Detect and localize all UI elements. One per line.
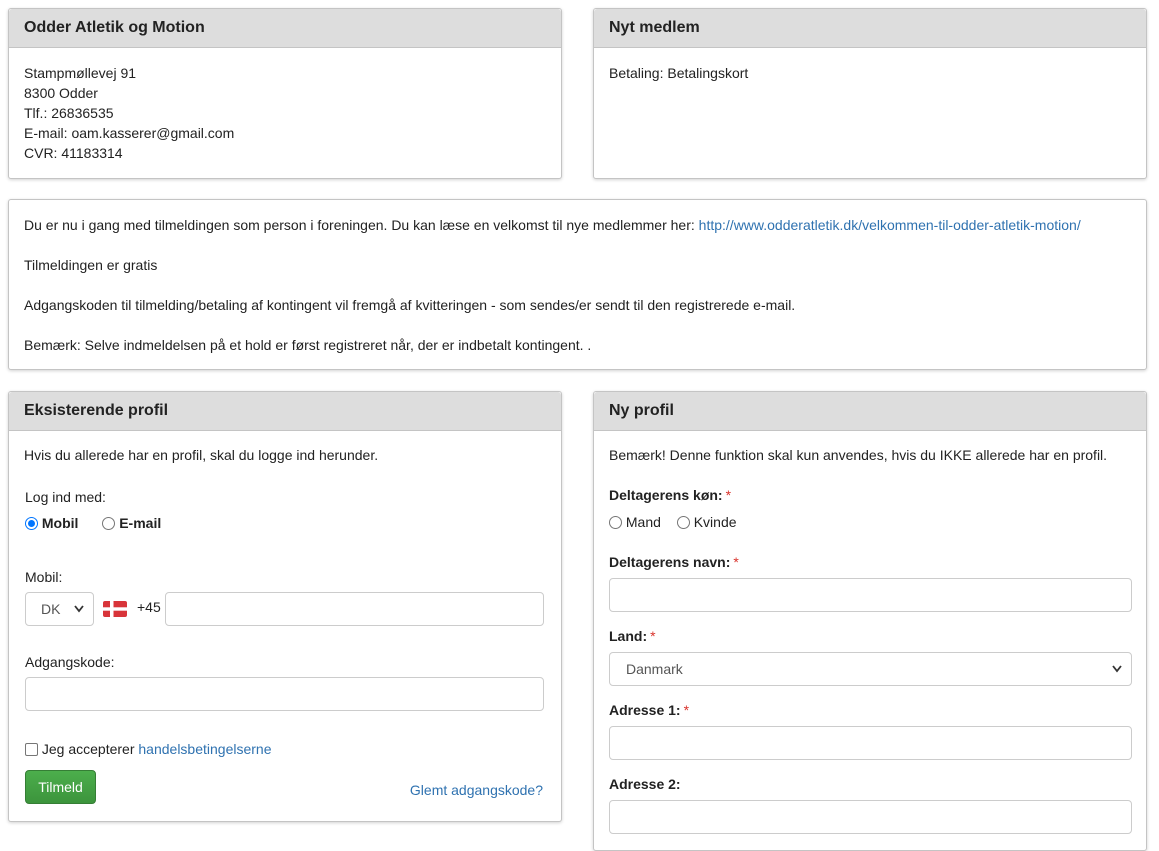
denmark-flag-icon <box>103 601 127 617</box>
radio-female[interactable]: Kvinde <box>676 514 737 530</box>
club-cvr: CVR: 41183314 <box>24 145 123 161</box>
info-remark: Bemærk: Selve indmeldelsen på et hold er… <box>24 337 592 353</box>
info-intro-text: Du er nu i gang med tilmeldingen som per… <box>24 217 695 233</box>
address2-input[interactable] <box>609 800 1132 834</box>
country-code-value: DK <box>41 601 61 617</box>
existing-profile-panel: Eksisterende profil Hvis du allerede har… <box>8 391 562 822</box>
club-info-title: Odder Atletik og Motion <box>9 9 561 48</box>
address2-label: Adresse 2: <box>609 776 681 792</box>
radio-email[interactable]: E-mail <box>102 515 161 531</box>
required-mark: * <box>725 487 732 503</box>
country-label: Land: <box>609 628 648 644</box>
new-profile-panel: Ny profil Bemærk! Denne funktion skal ku… <box>593 391 1147 851</box>
radio-email-input[interactable] <box>102 517 116 530</box>
login-with-label: Log ind med: <box>25 489 106 505</box>
country-label-row: Land: * <box>609 628 656 644</box>
radio-male[interactable]: Mand <box>609 514 665 530</box>
radio-male-label: Mand <box>625 514 661 530</box>
country-select-value: Danmark <box>626 661 683 677</box>
existing-profile-title: Eksisterende profil <box>9 392 561 431</box>
mobile-input[interactable] <box>165 592 544 626</box>
payment-method: Betaling: Betalingskort <box>609 65 749 81</box>
mobile-label: Mobil: <box>25 569 63 585</box>
name-label-row: Deltagerens navn: * <box>609 554 739 570</box>
new-profile-title: Ny profil <box>594 392 1146 431</box>
radio-mobile[interactable]: Mobil <box>25 515 82 531</box>
password-label: Adgangskode: <box>25 654 115 670</box>
terms-link[interactable]: handelsbetingelserne <box>138 741 271 757</box>
name-input[interactable] <box>609 578 1132 612</box>
required-mark: * <box>650 628 656 644</box>
gender-options: Mand Kvinde <box>609 514 737 530</box>
gender-label-row: Deltagerens køn: * <box>609 487 731 503</box>
radio-male-input[interactable] <box>609 516 622 529</box>
accept-terms-text: Jeg accepterer <box>41 741 135 757</box>
chevron-down-icon <box>1112 665 1122 673</box>
new-profile-notice: Bemærk! Denne funktion skal kun anvendes… <box>609 447 1108 463</box>
radio-mobile-label: Mobil <box>41 515 79 531</box>
login-method-options: Mobil E-mail <box>25 515 161 531</box>
required-mark: * <box>683 702 690 718</box>
club-info-panel: Odder Atletik og Motion Stampmøllevej 91… <box>8 8 562 179</box>
new-member-title: Nyt medlem <box>594 9 1146 48</box>
address1-label-row: Adresse 1: * <box>609 702 689 718</box>
signup-button[interactable]: Tilmeld <box>25 770 96 804</box>
dial-prefix: +45 <box>137 599 161 615</box>
info-intro: Du er nu i gang med tilmeldingen som per… <box>24 215 1131 235</box>
address1-label: Adresse 1: <box>609 702 681 718</box>
forgot-password-link[interactable]: Glemt adgangskode? <box>410 782 543 798</box>
address2-label-row: Adresse 2: <box>609 776 681 792</box>
info-panel: Du er nu i gang med tilmeldingen som per… <box>8 199 1147 370</box>
radio-female-input[interactable] <box>676 516 690 529</box>
welcome-link[interactable]: http://www.odderatletik.dk/velkommen-til… <box>699 217 1081 233</box>
address1-input[interactable] <box>609 726 1132 760</box>
accept-terms-checkbox[interactable] <box>25 743 38 756</box>
radio-email-label: E-mail <box>119 515 162 531</box>
country-select[interactable]: Danmark <box>609 652 1132 686</box>
club-city: 8300 Odder <box>24 85 98 101</box>
password-input[interactable] <box>25 677 544 711</box>
new-member-panel: Nyt medlem Betaling: Betalingskort <box>593 8 1147 179</box>
radio-female-label: Kvinde <box>693 514 737 530</box>
club-phone: Tlf.: 26836535 <box>24 105 114 121</box>
required-mark: * <box>733 554 739 570</box>
accept-terms: Jeg accepterer handelsbetingelserne <box>25 741 272 757</box>
info-free: Tilmeldingen er gratis <box>24 257 158 273</box>
country-code-select[interactable]: DK <box>25 592 94 626</box>
gender-label: Deltagerens køn: <box>609 487 723 503</box>
club-address: Stampmøllevej 91 <box>24 65 137 81</box>
radio-mobile-input[interactable] <box>25 517 38 530</box>
name-label: Deltagerens navn: <box>609 554 731 570</box>
existing-intro: Hvis du allerede har en profil, skal du … <box>24 447 379 463</box>
club-email: E-mail: oam.kasserer@gmail.com <box>24 125 235 141</box>
info-password-note: Adgangskoden til tilmelding/betaling af … <box>24 297 796 313</box>
chevron-down-icon <box>74 605 84 613</box>
